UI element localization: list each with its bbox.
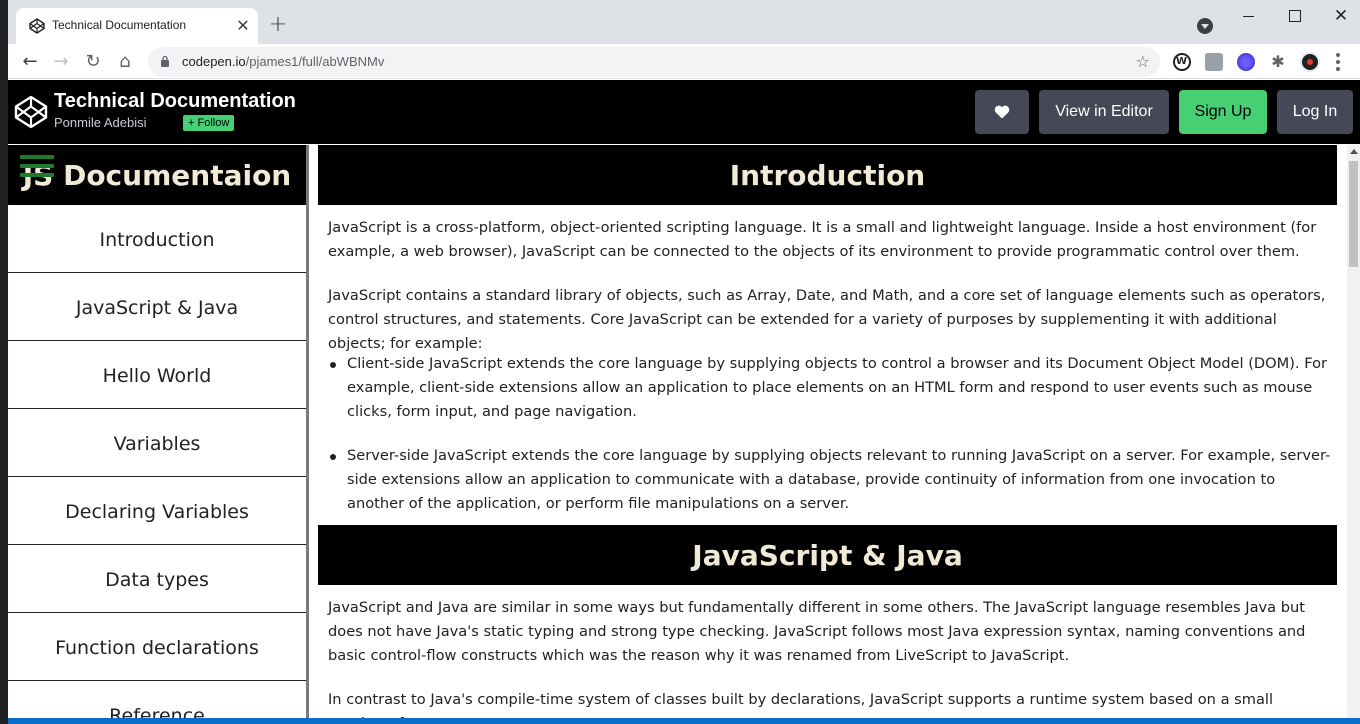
view-in-editor-button[interactable]: View in Editor — [1039, 90, 1169, 134]
nav-link-variables[interactable]: Variables — [8, 409, 306, 477]
tab-strip: Technical Documentation ✕ + ✕ — [0, 0, 1360, 44]
maximize-button[interactable] — [1280, 4, 1310, 28]
window-edge — [0, 0, 8, 724]
address-bar[interactable]: codepen.io/pjames1/full/abWBNMv ☆ — [148, 47, 1160, 77]
codepen-header: Technical Documentation Ponmile Adebisi … — [8, 80, 1360, 144]
nav-title: JS Documentaion — [22, 159, 292, 192]
scrollbar-thumb[interactable] — [1349, 161, 1358, 267]
page-scrollbar[interactable] — [1347, 145, 1360, 724]
home-icon[interactable]: ⌂ — [112, 49, 138, 75]
forward-arrow-icon[interactable]: → — [48, 49, 74, 75]
extensions-puzzle-icon[interactable]: ✱ — [1269, 53, 1287, 71]
heart-icon — [994, 105, 1010, 119]
new-tab-button[interactable]: + — [266, 14, 290, 38]
codepen-logo-icon[interactable] — [14, 95, 48, 129]
bookmark-star-icon[interactable]: ☆ — [1136, 52, 1150, 71]
browser-tab[interactable]: Technical Documentation ✕ — [16, 8, 258, 44]
pen-author[interactable]: Ponmile Adebisi — [54, 115, 147, 130]
url-path: /pjames1/full/abWBNMv — [245, 54, 385, 69]
scroll-up-arrow-icon[interactable] — [1350, 149, 1358, 154]
nav-link-introduction[interactable]: Introduction — [8, 205, 306, 273]
tab-search-icon[interactable] — [1197, 18, 1213, 34]
section-header-javascript-and-java: JavaScript & Java — [318, 525, 1337, 585]
heart-button[interactable] — [975, 90, 1029, 134]
list-item: Server-side JavaScript extends the core … — [330, 444, 1333, 516]
section-header-introduction: Introduction — [318, 145, 1337, 205]
intro-paragraph: JavaScript contains a standard library o… — [328, 287, 1326, 352]
back-arrow-icon[interactable]: ← — [17, 49, 43, 75]
url-host: codepen.io — [182, 54, 246, 69]
taskbar-strip — [0, 718, 1360, 724]
follow-button[interactable]: + Follow — [183, 115, 235, 131]
lock-icon[interactable] — [160, 55, 170, 67]
hamburger-menu-icon[interactable] — [20, 155, 54, 181]
nav-link-declaring-variables[interactable]: Declaring Variables — [8, 477, 306, 545]
nav-list: Introduction JavaScript & Java Hello Wor… — [8, 205, 306, 724]
java-paragraph: JavaScript and Java are similar in some … — [328, 599, 1306, 664]
intro-paragraph: JavaScript is a cross-platform, object-o… — [328, 219, 1317, 260]
nav-link-function-declarations[interactable]: Function declarations — [8, 613, 306, 681]
nav-link-data-types[interactable]: Data types — [8, 545, 306, 613]
camera-extension-icon[interactable] — [1205, 53, 1223, 71]
browser-menu-icon[interactable] — [1336, 53, 1340, 71]
tab-title: Technical Documentation — [52, 18, 187, 32]
codepen-favicon-icon — [29, 18, 45, 34]
minimize-button[interactable] — [1234, 4, 1264, 28]
reload-icon[interactable]: ↻ — [80, 49, 106, 75]
navbar: JS Documentaion Introduction JavaScript … — [8, 145, 306, 724]
url-text[interactable]: codepen.io/pjames1/full/abWBNMv — [182, 54, 384, 69]
window-close-button[interactable]: ✕ — [1326, 4, 1356, 28]
color-extension-icon[interactable] — [1237, 53, 1255, 71]
log-in-button[interactable]: Log In — [1277, 90, 1353, 134]
main-doc: Introduction JavaScript is a cross-platf… — [309, 145, 1347, 724]
pen-title: Technical Documentation — [54, 90, 296, 112]
list-item: Client-side JavaScript extends the core … — [330, 352, 1333, 424]
profile-avatar[interactable] — [1300, 52, 1320, 72]
nav-link-javascript-and-java[interactable]: JavaScript & Java — [8, 273, 306, 341]
tab-close-icon[interactable]: ✕ — [233, 16, 253, 36]
sign-up-button[interactable]: Sign Up — [1179, 90, 1267, 134]
nav-link-hello-world[interactable]: Hello World — [8, 341, 306, 409]
wordpress-extension-icon[interactable] — [1173, 53, 1191, 71]
browser-toolbar: ← → ↻ ⌂ codepen.io/pjames1/full/abWBNMv … — [0, 44, 1360, 79]
